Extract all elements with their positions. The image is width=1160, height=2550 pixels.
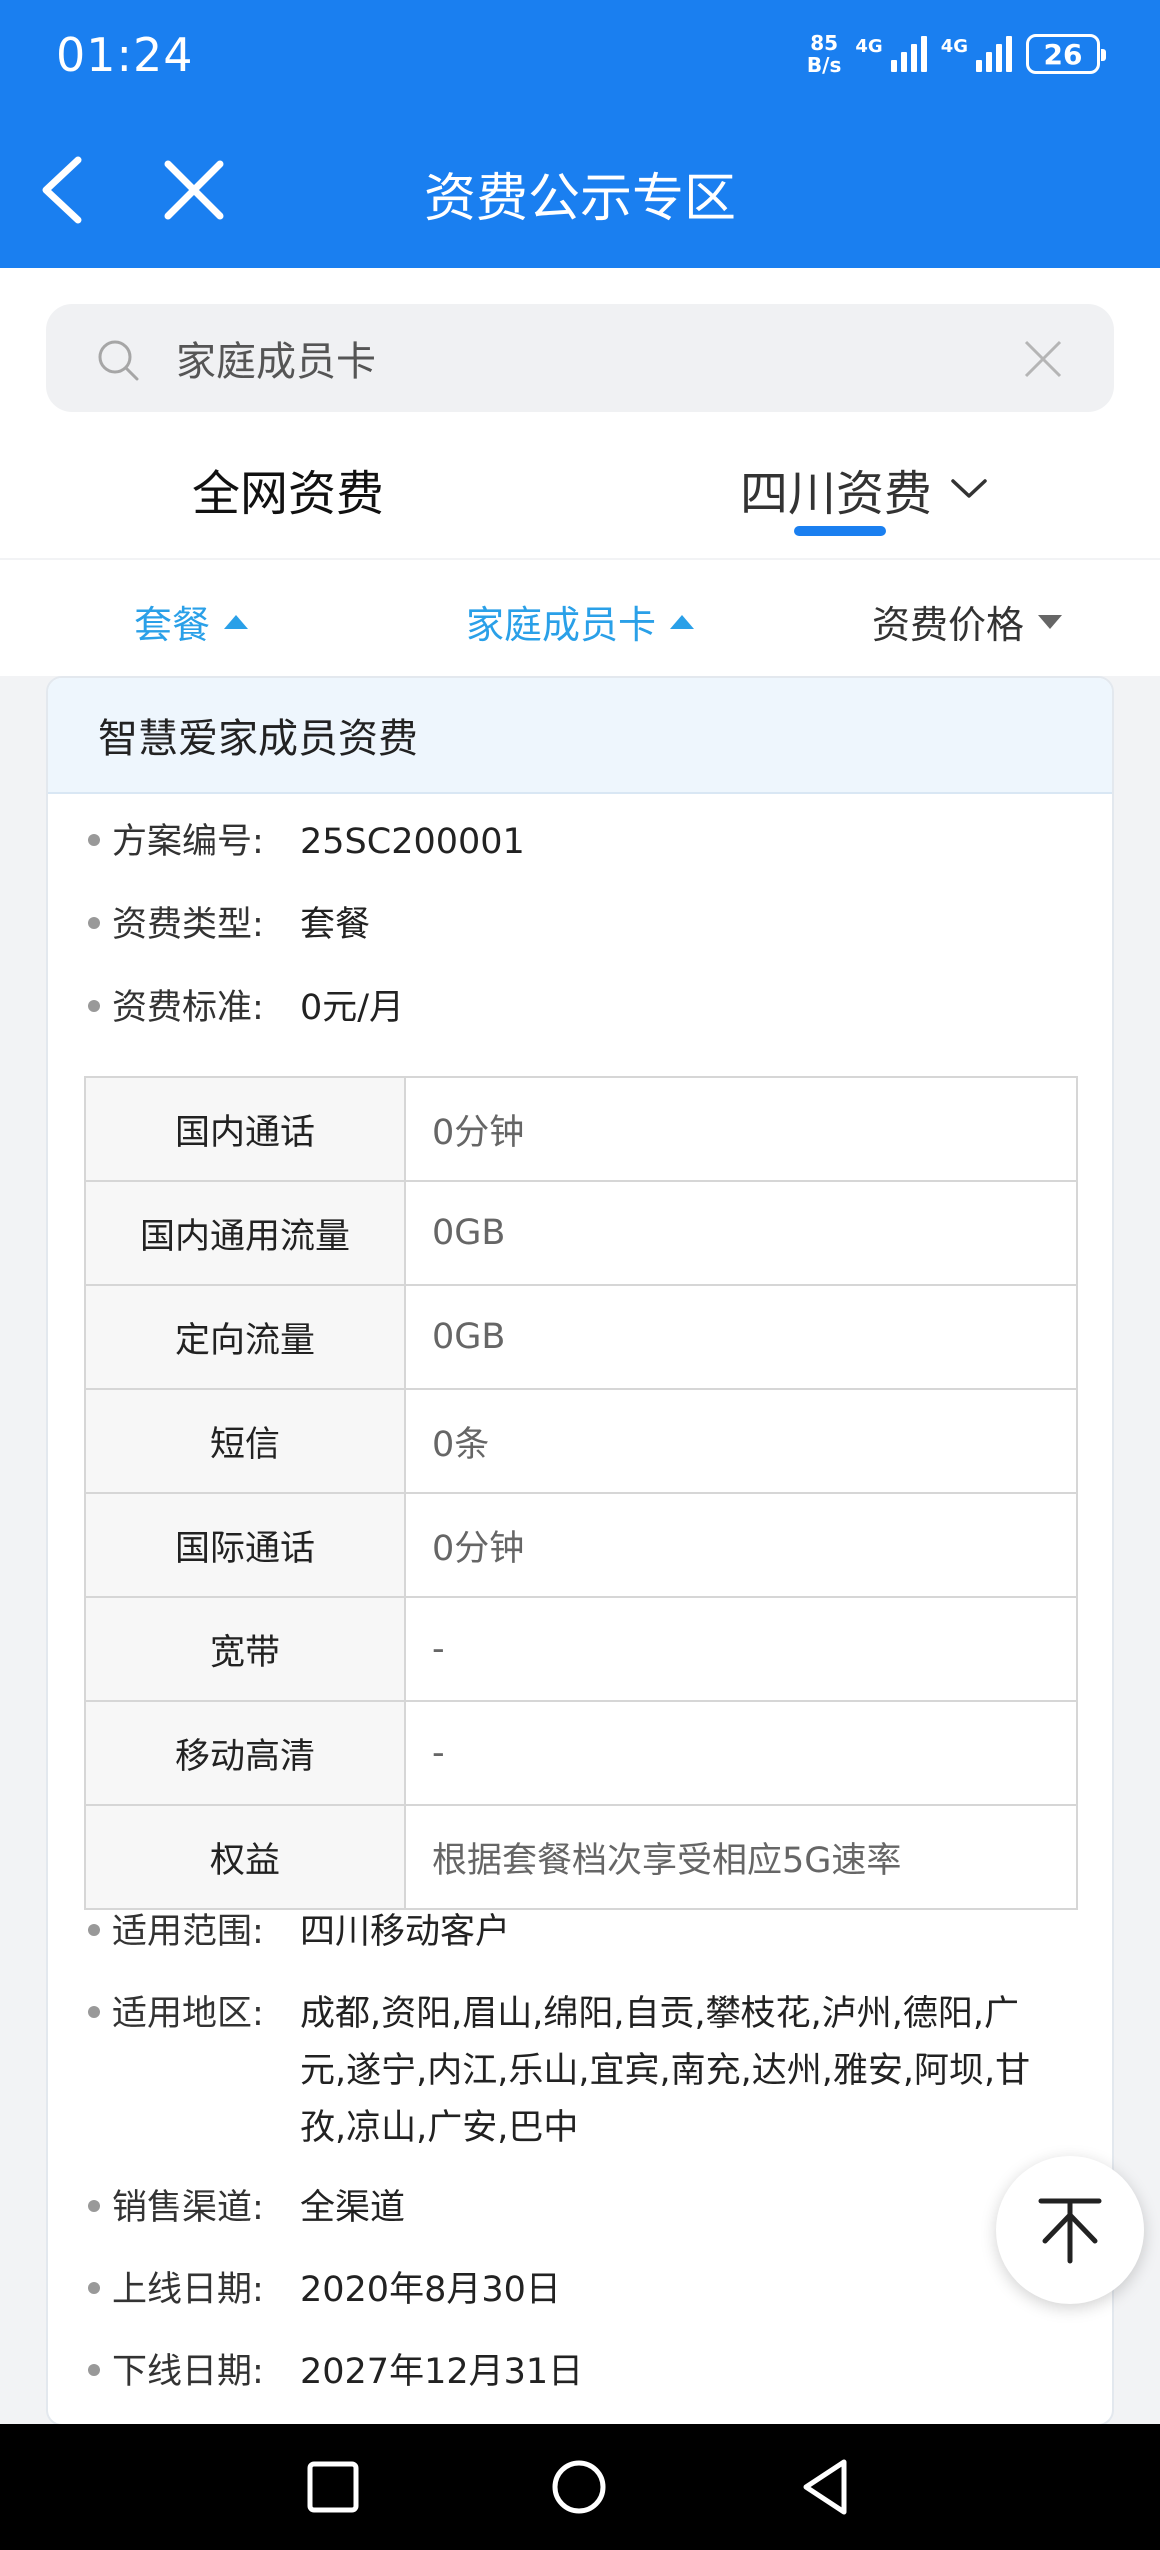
filter-package[interactable]: 套餐 bbox=[134, 594, 249, 649]
table-row: 国际通话 0分钟 bbox=[84, 1492, 1078, 1598]
info-tariff-standard: 资费标准: 0元/月 bbox=[88, 980, 1040, 1037]
info-regions: 适用地区: 成都,资阳,眉山,绵阳,自贡,攀枝花,泸州,德阳,广元,遂宁,内江,… bbox=[88, 1986, 1040, 2157]
table-row: 国内通话 0分钟 bbox=[84, 1076, 1078, 1182]
info-launch-date: 上线日期: 2020年8月30日 bbox=[88, 2262, 1040, 2319]
signal-icon: 4G bbox=[941, 36, 1012, 72]
info-tariff-type: 资费类型: 套餐 bbox=[88, 897, 1040, 954]
recent-apps-icon[interactable] bbox=[300, 2454, 366, 2520]
info-scope: 适用范围: 四川移动客户 bbox=[88, 1904, 1040, 1961]
search-bar[interactable] bbox=[46, 304, 1114, 412]
filter-family-card[interactable]: 家庭成员卡 bbox=[466, 594, 695, 649]
sort-up-icon bbox=[224, 614, 249, 629]
page-title: 资费公示专区 bbox=[423, 169, 736, 229]
chevron-down-icon bbox=[951, 479, 987, 498]
battery-icon: 26 bbox=[1026, 34, 1106, 74]
filter-bar: 套餐 家庭成员卡 资费价格 bbox=[0, 560, 1160, 676]
search-icon bbox=[98, 340, 139, 381]
arrow-up-to-top-icon bbox=[1038, 2198, 1102, 2264]
sort-up-icon bbox=[670, 614, 695, 629]
table-row: 国内通用流量 0GB bbox=[84, 1180, 1078, 1286]
info-end-date: 下线日期: 2027年12月31日 bbox=[88, 2344, 1040, 2401]
table-row: 定向流量 0GB bbox=[84, 1284, 1078, 1390]
system-nav-bar bbox=[0, 2424, 1160, 2550]
nav-back-icon[interactable] bbox=[794, 2454, 860, 2520]
table-row: 宽带 - bbox=[84, 1596, 1078, 1702]
tab-all-network[interactable]: 全网资费 bbox=[192, 454, 384, 524]
app-header: 01:24 85 B/s 4G 4G 26 资费公示专区 bbox=[0, 0, 1160, 268]
info-channel: 销售渠道: 全渠道 bbox=[88, 2180, 1040, 2237]
info-plan-id: 方案编号: 25SC200001 bbox=[88, 814, 1040, 871]
signal-icon: 4G bbox=[855, 36, 927, 72]
card-title: 智慧爱家成员资费 bbox=[48, 678, 1112, 794]
tariff-card: 智慧爱家成员资费 方案编号: 25SC200001 资费类型: 套餐 资费标准:… bbox=[46, 676, 1114, 2426]
sort-down-icon bbox=[1038, 614, 1063, 629]
table-row: 权益 根据套餐档次享受相应5G速率 bbox=[84, 1804, 1078, 1910]
home-icon[interactable] bbox=[546, 2454, 612, 2520]
tab-sichuan-label: 四川资费 bbox=[740, 466, 933, 522]
table-row: 移动高清 - bbox=[84, 1700, 1078, 1806]
filter-price[interactable]: 资费价格 bbox=[872, 594, 1063, 649]
tab-sichuan[interactable]: 四川资费 bbox=[740, 454, 988, 524]
clear-icon[interactable] bbox=[1022, 338, 1064, 380]
network-speed: 85 B/s bbox=[806, 31, 842, 77]
search-panel: 全网资费 四川资费 bbox=[0, 268, 1160, 558]
search-input[interactable] bbox=[176, 326, 996, 390]
tab-active-indicator bbox=[794, 526, 886, 536]
status-time: 01:24 bbox=[56, 28, 194, 82]
spec-table: 国内通话 0分钟 国内通用流量 0GB 定向流量 0GB 短信 0条 国际通话 0分钟 宽… bbox=[84, 1076, 1078, 1910]
status-icons: 85 B/s 4G 4G 26 bbox=[806, 31, 1106, 77]
back-to-top-button[interactable] bbox=[996, 2156, 1144, 2304]
table-row: 短信 0条 bbox=[84, 1388, 1078, 1494]
